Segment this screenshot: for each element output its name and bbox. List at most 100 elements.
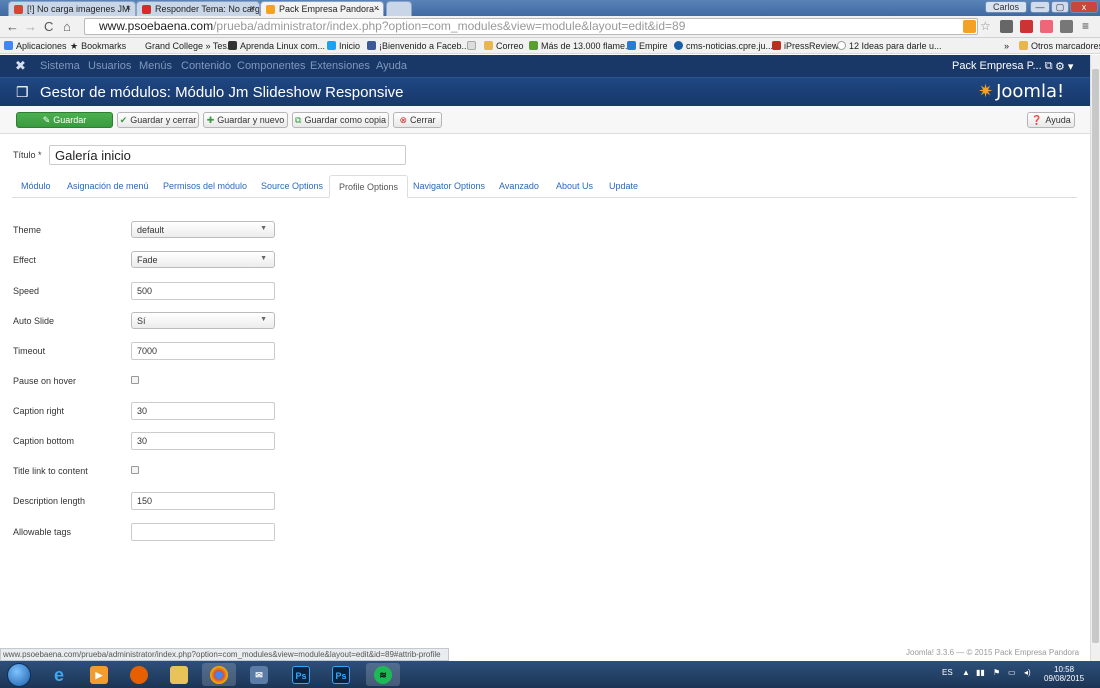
taskbar-ie[interactable]: e <box>42 663 76 686</box>
monitor-icon[interactable]: ▭ <box>1008 668 1016 677</box>
translate-icon[interactable] <box>1020 20 1033 33</box>
settings-gear-icon[interactable]: ⚙ ▾ <box>1055 60 1073 73</box>
description-length-input[interactable] <box>131 492 275 510</box>
save-close-label: Guardar y cerrar <box>130 115 197 125</box>
allowable-tags-input[interactable] <box>131 523 275 541</box>
bookmark-item[interactable]: Empire <box>627 41 668 51</box>
close-window-button[interactable]: x <box>1070 1 1098 13</box>
tab-update[interactable]: Update <box>600 175 647 198</box>
save-new-label: Guardar y nuevo <box>217 115 285 125</box>
bookmark-item[interactable]: Aplicaciones <box>4 41 67 51</box>
tab-navigator-options[interactable]: Navigator Options <box>404 175 494 198</box>
tab-permisos[interactable]: Permisos del módulo <box>154 175 256 198</box>
joomla-brand: ✷ Joomla! <box>978 81 1064 102</box>
volume-icon[interactable]: ◂) <box>1024 668 1031 677</box>
browser-user-badge[interactable]: Carlos <box>985 1 1027 13</box>
address-bar: ← → C ⌂ www.psoebaena.com/prueba/adminis… <box>0 16 1100 38</box>
menu-contenido[interactable]: Contenido <box>181 60 231 72</box>
pause-on-hover-checkbox[interactable] <box>131 376 139 384</box>
bookmark-item[interactable]: ¡Bienvenido a Faceb... <box>367 41 469 51</box>
cast-icon[interactable] <box>1060 20 1073 33</box>
minimize-button[interactable]: — <box>1030 1 1050 13</box>
taskbar-firefox[interactable] <box>122 663 156 686</box>
menu-usuarios[interactable]: Usuarios <box>88 60 131 72</box>
tab-close-icon[interactable]: × <box>250 3 255 13</box>
menu-componentes[interactable]: Componentes <box>237 60 306 72</box>
title-link-checkbox[interactable] <box>131 466 139 474</box>
title-input[interactable] <box>49 145 406 165</box>
menu-ayuda[interactable]: Ayuda <box>376 60 407 72</box>
caption-bottom-input[interactable] <box>131 432 275 450</box>
effect-select[interactable]: Fade ▼ <box>131 251 275 268</box>
menu-sistema[interactable]: Sistema <box>40 60 80 72</box>
theme-select[interactable]: default ▼ <box>131 221 275 238</box>
close-button[interactable]: ⊗ Cerrar <box>393 112 442 128</box>
taskbar-mail[interactable]: ✉ <box>242 663 276 686</box>
language-indicator[interactable]: ES <box>942 668 953 677</box>
tab-modulo[interactable]: Módulo <box>12 175 60 198</box>
bookmark-item[interactable]: iPressReview <box>772 41 839 51</box>
check-icon: ✔ <box>119 115 128 125</box>
browser-tab-joomla[interactable]: Pack Empresa Pandora - × <box>260 1 384 16</box>
taskbar-media-player[interactable]: ▶ <box>82 663 116 686</box>
page-scrollbar[interactable] <box>1090 55 1100 661</box>
tab-avanzado[interactable]: Avanzado <box>490 175 548 198</box>
reload-icon[interactable]: C <box>44 19 53 34</box>
tray-expand-icon[interactable]: ▲ <box>962 668 970 677</box>
bookmarks-overflow-icon[interactable]: » <box>1004 41 1009 51</box>
menu-icon[interactable]: ≡ <box>1082 20 1095 33</box>
speed-input[interactable] <box>131 282 275 300</box>
save-close-button[interactable]: ✔ Guardar y cerrar <box>117 112 199 128</box>
auto-slide-select[interactable]: Sí ▼ <box>131 312 275 329</box>
new-tab-button[interactable] <box>386 1 412 16</box>
tab-asignacion-menu[interactable]: Asignación de menú <box>58 175 158 198</box>
help-button[interactable]: ❓ Ayuda <box>1027 112 1075 128</box>
scrollbar-thumb[interactable] <box>1092 69 1099 643</box>
site-name-link[interactable]: Pack Empresa P... ⧉ <box>952 60 1053 73</box>
joomla-extension-icon[interactable] <box>963 20 976 33</box>
url-input[interactable]: www.psoebaena.com/prueba/administrator/i… <box>84 18 978 35</box>
save-copy-button[interactable]: ⧉ Guardar como copia <box>292 112 389 128</box>
timeout-input[interactable] <box>131 342 275 360</box>
bookmark-item[interactable]: Inicio <box>327 41 360 51</box>
caption-right-input[interactable] <box>131 402 275 420</box>
bookmark-label: Empire <box>639 41 668 51</box>
bookmark-item[interactable]: Correo <box>484 41 524 51</box>
bookmark-item[interactable]: Más de 13.000 flame... <box>529 41 633 51</box>
tab-close-icon[interactable]: × <box>374 3 379 13</box>
save-new-button[interactable]: ✚ Guardar y nuevo <box>203 112 288 128</box>
bookmark-item[interactable]: cms-noticias.cpre.ju... <box>674 41 773 51</box>
bookmark-item[interactable]: ★ Bookmarks <box>70 41 126 52</box>
tab-close-icon[interactable]: × <box>126 3 131 13</box>
tab-profile-options[interactable]: Profile Options <box>329 175 409 198</box>
tab-about-us[interactable]: About Us <box>547 175 602 198</box>
flag-icon[interactable]: ⚑ <box>993 668 1000 677</box>
joomla-logo-icon[interactable]: ✖ <box>15 58 26 74</box>
tab-source-options[interactable]: Source Options <box>252 175 332 198</box>
extension-icon[interactable] <box>1040 20 1053 33</box>
taskbar-photoshop-1[interactable]: Ps <box>284 663 318 686</box>
taskbar-explorer[interactable] <box>162 663 196 686</box>
taskbar-spotify[interactable]: ≋ <box>366 663 400 686</box>
extension-icon[interactable] <box>1000 20 1013 33</box>
taskbar-clock[interactable]: 10:58 09/08/2015 <box>1044 665 1084 683</box>
bookmark-item[interactable]: 12 Ideas para darle u... <box>837 41 942 51</box>
bookmark-item[interactable]: Grand College » Tes... <box>145 41 234 51</box>
maximize-button[interactable]: ▢ <box>1051 1 1069 13</box>
forward-icon[interactable]: → <box>24 19 37 34</box>
network-icon[interactable]: ▮▮ <box>976 668 985 677</box>
taskbar-photoshop-2[interactable]: Ps <box>324 663 358 686</box>
back-icon[interactable]: ← <box>6 19 19 34</box>
browser-tab-forum[interactable]: Responder Tema: No carg × <box>136 1 260 16</box>
menu-menus[interactable]: Menús <box>139 60 172 72</box>
save-button[interactable]: ✎ Guardar <box>16 112 113 128</box>
bookmark-item[interactable] <box>467 41 479 51</box>
start-button[interactable] <box>2 661 36 688</box>
menu-extensiones[interactable]: Extensiones <box>310 60 370 72</box>
other-bookmarks[interactable]: Otros marcadores <box>1019 41 1100 51</box>
bookmark-item[interactable]: Aprenda Linux com... <box>228 41 325 51</box>
taskbar-chrome[interactable] <box>202 663 236 686</box>
home-icon[interactable]: ⌂ <box>63 19 71 34</box>
browser-tab-gmail[interactable]: [!] No carga imagenes JM × <box>8 1 136 16</box>
star-icon[interactable]: ☆ <box>980 20 993 33</box>
